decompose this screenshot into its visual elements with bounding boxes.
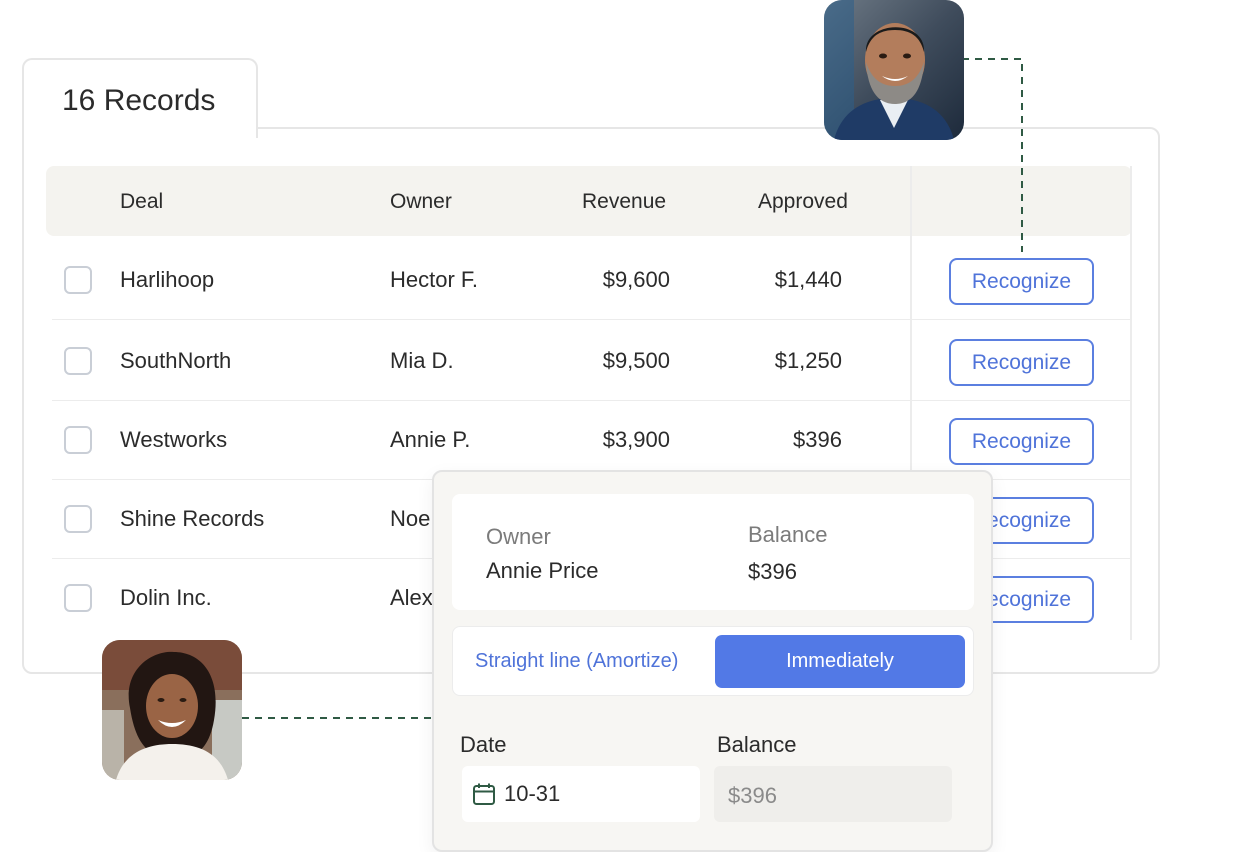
date-value: 10-31 <box>504 781 561 806</box>
deal-cell: SouthNorth <box>120 348 232 373</box>
owner-cell: Mia D. <box>390 348 454 373</box>
deal-cell: Shine Records <box>120 506 265 531</box>
owner-balance-summary: Owner Annie Price Balance $396 <box>452 494 974 610</box>
row-checkbox[interactable] <box>64 426 92 454</box>
table-row: Westworks Annie P. $3,900 $396 Recognize <box>52 400 1132 480</box>
recognize-button[interactable]: Recognize <box>949 418 1094 465</box>
deal-cell: Harlihoop <box>120 267 215 292</box>
revenue-cell: $3,900 <box>602 427 670 452</box>
recognize-button[interactable]: Recognize <box>949 339 1094 386</box>
calendar-icon <box>473 783 495 805</box>
deal-cell: Westworks <box>120 427 228 452</box>
table-row: SouthNorth Mia D. $9,500 $1,250 Recogniz… <box>52 321 1132 401</box>
column-header-approved[interactable]: Approved <box>758 190 848 214</box>
approved-cell: $1,250 <box>774 348 842 373</box>
recognition-method-toggle: Straight line (Amortize) Immediately <box>452 626 974 696</box>
column-header-owner[interactable]: Owner <box>390 190 452 214</box>
owner-avatar-man <box>824 0 964 140</box>
owner-avatar-woman <box>102 640 242 780</box>
connector-line-bottom <box>242 717 434 719</box>
column-header-revenue[interactable]: Revenue <box>582 190 666 214</box>
connector-line-top <box>962 58 1023 252</box>
owner-label: Owner <box>486 524 551 549</box>
date-field[interactable]: 10-31 <box>462 766 700 822</box>
row-checkbox[interactable] <box>64 266 92 294</box>
row-checkbox[interactable] <box>64 505 92 533</box>
approved-cell: $1,440 <box>774 267 842 292</box>
row-checkbox[interactable] <box>64 347 92 375</box>
owner-cell: Annie P. <box>390 427 471 452</box>
owner-value: Annie Price <box>486 558 599 583</box>
balance-value: $396 <box>748 559 797 584</box>
owner-cell: Alex <box>390 585 433 610</box>
records-tab[interactable]: 16 Records <box>22 58 258 138</box>
revenue-cell: $9,600 <box>602 267 670 292</box>
option-amortize[interactable]: Straight line (Amortize) <box>475 650 678 673</box>
balance-label: Balance <box>748 522 828 547</box>
owner-cell: Noe <box>390 506 431 531</box>
recognize-button[interactable]: Recognize <box>949 258 1094 305</box>
option-immediately[interactable]: Immediately <box>715 635 965 688</box>
approved-cell: $396 <box>793 427 842 452</box>
deal-cell: Dolin Inc. <box>120 585 212 610</box>
row-checkbox[interactable] <box>64 584 92 612</box>
date-label: Date <box>460 732 507 757</box>
balance-field-label: Balance <box>717 732 797 757</box>
revenue-cell: $9,500 <box>602 348 670 373</box>
balance-field: $396 <box>714 766 952 822</box>
owner-cell: Hector F. <box>390 267 479 292</box>
recognition-popup: Owner Annie Price Balance $396 Straight … <box>432 470 993 852</box>
column-header-deal[interactable]: Deal <box>120 190 163 214</box>
balance-field-value: $396 <box>728 783 777 808</box>
